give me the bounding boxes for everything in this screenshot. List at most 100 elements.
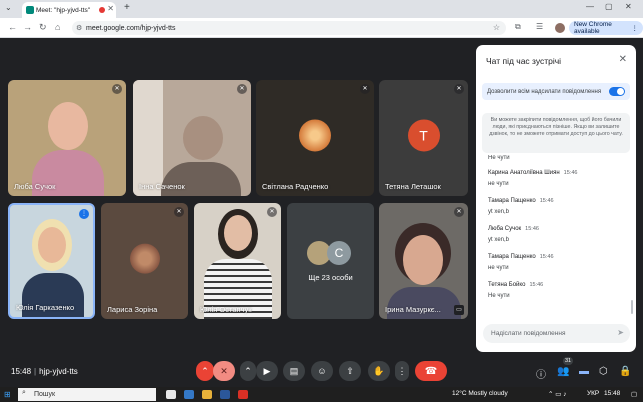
host-controls-icon[interactable]: 🔒 — [619, 366, 631, 377]
chat-icon[interactable]: ▬ — [579, 366, 589, 377]
activities-icon[interactable]: ⬡ — [599, 366, 608, 377]
message-time: 15:46 — [563, 170, 578, 176]
send-icon[interactable]: ➤ — [617, 328, 624, 337]
meeting-info: 15:48 | hjp-yjvd-tts — [11, 367, 78, 376]
participant-tile[interactable]: ✕ Юлія Остапчук — [194, 203, 281, 319]
people-icon[interactable]: 👥 — [557, 366, 569, 377]
message-time: 15:46 — [539, 254, 554, 260]
weather-widget[interactable]: 12°C Mostly cloudy — [452, 390, 508, 397]
participant-tile[interactable]: ✕ Інна Саченок — [133, 80, 251, 196]
chat-message: Тамара Пащенко 15:46 yt xen,b — [488, 198, 554, 215]
site-info-icon[interactable]: ⚙ — [76, 24, 82, 32]
participant-tile[interactable]: ✕ Лариса Зоріна — [101, 203, 188, 319]
mic-off-icon: ✕ — [237, 84, 247, 94]
participant-name: Тетяна Леташок — [385, 182, 441, 191]
edge-browser-icon[interactable] — [184, 390, 194, 399]
mic-off-icon: ✕ — [360, 84, 370, 94]
participant-tile[interactable]: T ✕ Тетяна Леташок — [379, 80, 468, 196]
participant-video-body — [22, 273, 84, 317]
leave-call-button[interactable]: ☎ — [415, 361, 447, 381]
file-explorer-icon[interactable] — [202, 390, 212, 399]
tab-close-icon[interactable]: ✕ — [107, 4, 114, 13]
notifications-icon[interactable]: ▢ — [631, 390, 637, 398]
participant-tile[interactable]: ✕ Світлана Радченко — [256, 80, 374, 196]
extensions-icon[interactable]: ⧉ — [515, 22, 521, 32]
participant-name: Світлана Радченко — [262, 182, 329, 191]
participant-avatar: T — [407, 119, 440, 152]
taskbar-clock[interactable]: 15:48 — [604, 390, 620, 397]
browser-tab-meet[interactable]: Meet: "hjp-yjvd-tts" ✕ — [22, 2, 116, 18]
message-text: Не чути — [488, 155, 510, 161]
chrome-app-icon[interactable] — [238, 390, 248, 399]
back-icon[interactable]: ← — [8, 22, 17, 32]
recording-indicator-icon — [99, 7, 105, 13]
language-indicator[interactable]: УКР — [587, 390, 599, 397]
meet-favicon-icon — [26, 6, 34, 14]
mic-off-icon: ✕ — [454, 84, 464, 94]
chat-input-placeholder: Надіслати повідомлення — [491, 330, 566, 337]
system-tray-icons[interactable]: ⌃ ▭ ♪ — [548, 390, 566, 398]
home-icon[interactable]: ⌂ — [55, 22, 60, 32]
participant-tile-active-speaker[interactable]: ⋮ Юлія Гарказенко — [8, 203, 95, 319]
message-text: не чути — [488, 181, 509, 187]
participant-avatar — [299, 119, 331, 152]
participant-video — [48, 102, 88, 150]
participant-video-body — [387, 287, 461, 319]
more-participants-initial-avatar: C — [327, 241, 351, 265]
participant-video — [403, 235, 443, 285]
new-tab-button[interactable]: + — [124, 2, 130, 13]
mic-off-button[interactable]: ✕ — [213, 361, 235, 381]
profile-avatar[interactable] — [555, 23, 565, 33]
mic-off-icon: ✕ — [454, 207, 464, 217]
address-bar[interactable]: ⚙ meet.google.com/hjp-yjvd-tts ☆ — [72, 21, 506, 35]
forward-icon[interactable]: → — [23, 22, 32, 32]
participant-tile[interactable]: ✕ Люба Сучок — [8, 80, 126, 196]
search-icon: ⌕ — [22, 389, 26, 396]
participants-count-badge: 31 — [563, 357, 574, 365]
video-options-button[interactable]: ⌃ — [240, 361, 256, 381]
camera-button[interactable]: ▶ — [256, 361, 278, 381]
minimize-icon[interactable]: — — [586, 2, 594, 11]
reload-icon[interactable]: ↻ — [39, 22, 47, 33]
participant-video-curtain — [133, 80, 163, 196]
message-text: yt xen,b — [488, 209, 510, 215]
tile-options-icon[interactable]: ▭ — [454, 305, 464, 315]
close-window-icon[interactable]: ✕ — [625, 2, 632, 11]
new-chrome-available-button[interactable]: New Chrome available ⋮ — [569, 21, 643, 35]
participant-tile-more[interactable]: C Ще 23 особи — [287, 203, 374, 319]
chat-message: Карина Анатоліївна Шиян 15:46 не чути — [488, 170, 577, 187]
participant-tile[interactable]: ✕ Ірина Мазуркє... ▭ — [379, 203, 468, 319]
chat-message: Тетяна Бойко 15:46 Не чути — [488, 282, 543, 299]
allow-messages-setting: Дозволити всім надсилати повідомлення — [482, 83, 630, 100]
emoji-button[interactable]: ☺ — [311, 361, 333, 381]
word-app-icon[interactable] — [220, 390, 230, 399]
message-sender: Тамара Пащенко — [488, 254, 536, 260]
taskbar-search[interactable]: ⌕ Пошук — [18, 388, 156, 401]
present-screen-button[interactable]: ⇧ — [339, 361, 361, 381]
participant-name: Інна Саченок — [139, 182, 185, 191]
chat-title: Чат під час зустрічі — [486, 56, 562, 66]
new-chrome-label: New Chrome available — [574, 21, 612, 35]
participant-name: Юлія Гарказенко — [16, 303, 75, 312]
task-view-icon[interactable] — [166, 390, 176, 399]
windows-start-icon[interactable]: ⊞ — [4, 390, 11, 399]
maximize-icon[interactable]: ▢ — [605, 2, 613, 11]
meeting-code: hjp-yjvd-tts — [39, 367, 78, 376]
chat-message-input[interactable]: Надіслати повідомлення ➤ — [483, 324, 630, 343]
reading-list-icon[interactable]: ☰ — [536, 22, 543, 31]
audio-options-button[interactable]: ⌃ — [196, 361, 214, 381]
close-icon[interactable]: ✕ — [619, 54, 627, 65]
participant-video — [183, 116, 223, 160]
bookmark-star-icon[interactable]: ☆ — [493, 23, 500, 32]
chat-scrollbar[interactable] — [631, 300, 633, 314]
tab-search-icon[interactable]: ⌄ — [5, 3, 12, 12]
tab-title: Meet: "hjp-yjvd-tts" — [36, 6, 91, 14]
message-sender: Тетяна Бойко — [488, 282, 526, 288]
raise-hand-button[interactable]: ✋ — [368, 361, 390, 381]
captions-button[interactable]: ▤ — [283, 361, 305, 381]
more-options-button[interactable]: ⋮ — [395, 361, 409, 381]
allow-messages-toggle[interactable] — [609, 87, 625, 96]
meeting-details-icon[interactable]: ⓘ — [536, 366, 546, 381]
participant-avatar — [129, 243, 160, 274]
chat-info-text: Ви можете закріпити повідомлення, щоб йо… — [482, 113, 630, 153]
